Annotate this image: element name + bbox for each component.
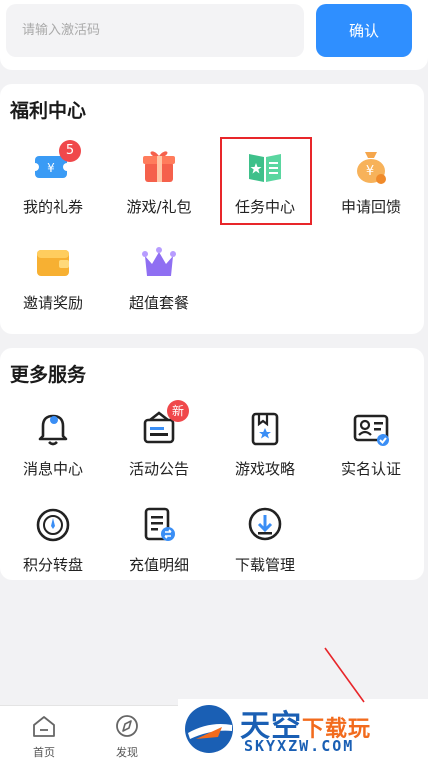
guide-book-icon — [245, 408, 285, 448]
new-badge: 新 — [167, 400, 189, 422]
welfare-item-label: 我的礼券 — [22, 198, 83, 216]
compass-icon — [114, 714, 140, 742]
watermark-emblem-icon — [182, 703, 236, 759]
recharge-record-icon — [139, 504, 179, 544]
service-item-label: 充值明细 — [128, 556, 189, 574]
svg-text:¥: ¥ — [47, 161, 55, 175]
welfare-center-card: 福利中心 ¥ 5 我的礼券 游戏/礼包 任务中心 ¥ 申请回馈 邀请奖励 超值套… — [0, 84, 424, 334]
id-card-icon — [351, 408, 391, 448]
crown-package-icon — [139, 242, 179, 282]
wheel-icon — [33, 504, 73, 544]
bell-icon — [33, 408, 73, 448]
service-item-wheel[interactable]: 积分转盘 — [0, 504, 106, 600]
service-item-label: 积分转盘 — [22, 556, 83, 574]
tab-discover[interactable]: 发现 — [97, 714, 157, 759]
download-icon — [245, 504, 285, 544]
task-center-highlight-box — [220, 137, 312, 225]
service-item-label: 实名认证 — [340, 460, 401, 478]
money-bag-icon: ¥ — [351, 146, 391, 186]
watermark-logo: 天空下载玩 SKYXZW.COM — [178, 699, 428, 759]
welfare-item-feedback[interactable]: ¥ 申请回馈 — [318, 146, 424, 242]
ticket-icon: ¥ 5 — [31, 140, 81, 186]
service-item-recharge[interactable]: 充值明细 — [106, 504, 212, 600]
welfare-item-label: 超值套餐 — [128, 294, 189, 312]
tab-label: 首页 — [33, 746, 55, 759]
activation-code-input[interactable] — [6, 4, 304, 57]
welfare-item-label: 邀请奖励 — [22, 294, 83, 312]
service-item-label: 消息中心 — [22, 460, 83, 478]
coupon-count-badge: 5 — [59, 140, 81, 162]
service-item-realname[interactable]: 实名认证 — [318, 408, 424, 504]
service-item-messages[interactable]: 消息中心 — [0, 408, 106, 504]
activation-card: 确认 — [0, 0, 428, 70]
home-icon — [31, 714, 57, 742]
services-title: 更多服务 — [10, 364, 87, 386]
wallet-icon — [33, 242, 73, 282]
service-item-announcements[interactable]: 新 活动公告 — [106, 400, 212, 504]
watermark-url: SKYXZW.COM — [244, 737, 355, 755]
welfare-item-gifts[interactable]: 游戏/礼包 — [106, 146, 212, 242]
tab-home[interactable]: 首页 — [14, 714, 74, 759]
welfare-item-label: 游戏/礼包 — [126, 198, 192, 216]
gift-box-icon — [139, 146, 179, 186]
welfare-item-coupons[interactable]: ¥ 5 我的礼券 — [0, 140, 106, 242]
announcement-icon: 新 — [139, 400, 189, 448]
welfare-title: 福利中心 — [10, 100, 87, 122]
service-item-label: 下载管理 — [234, 556, 295, 574]
service-item-label: 游戏攻略 — [234, 460, 295, 478]
service-item-guides[interactable]: 游戏攻略 — [212, 408, 318, 504]
service-item-label: 活动公告 — [128, 460, 189, 478]
confirm-button[interactable]: 确认 — [316, 4, 412, 57]
service-item-downloads[interactable]: 下载管理 — [212, 504, 318, 600]
welfare-item-invite[interactable]: 邀请奖励 — [0, 242, 106, 338]
welfare-item-package[interactable]: 超值套餐 — [106, 242, 212, 338]
svg-text:¥: ¥ — [366, 164, 374, 179]
more-services-card: 更多服务 消息中心 新 活动公告 游戏攻略 实名认证 积分转盘 充值明细 下载管… — [0, 348, 424, 580]
welfare-item-label: 申请回馈 — [340, 198, 401, 216]
tab-label: 发现 — [116, 746, 138, 759]
